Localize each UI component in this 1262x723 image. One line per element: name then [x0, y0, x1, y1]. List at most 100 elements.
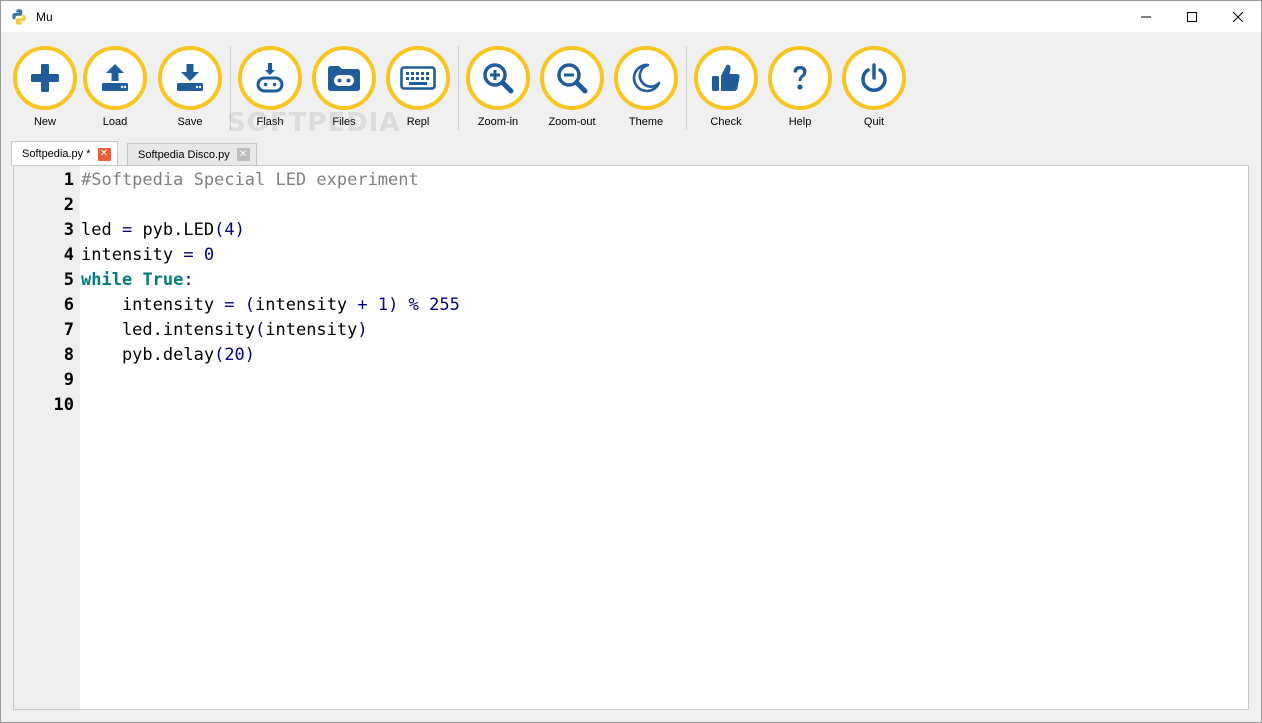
theme-button-label: Theme [628, 116, 664, 128]
code-line[interactable]: intensity = 0 [81, 243, 1248, 268]
code-token: 4 [224, 220, 235, 240]
code-line[interactable]: pyb.delay(20) [81, 343, 1248, 368]
quit-button-label: Quit [863, 116, 885, 128]
toolbar-separator [458, 46, 459, 130]
code-token: #Softpedia Special LED experiment [81, 170, 419, 190]
zoom-in-button-label: Zoom-in [477, 116, 519, 128]
code-token: = [183, 245, 194, 265]
line-number: 3 [63, 220, 74, 240]
line-number: 2 [63, 195, 74, 215]
tab-softpedia-py[interactable]: Softpedia.py * ✕ [11, 141, 118, 166]
load-button-label: Load [102, 116, 128, 128]
status-bar [1, 710, 1261, 722]
line-number: 4 [63, 245, 74, 265]
line-number-gutter: 1 2 3 4 5 6 7 8 9 10 [14, 166, 80, 709]
code-token: while [81, 270, 133, 290]
code-token: ( [244, 295, 256, 315]
mu-window: Mu New Load Save Flash Files Repl Zoom-i… [0, 0, 1262, 723]
code-token: 0 [203, 245, 215, 265]
keyboard-icon [400, 66, 436, 90]
minimize-icon [1141, 16, 1151, 17]
upload-icon [102, 64, 128, 91]
code-token: ) [357, 320, 368, 340]
code-token: ) [244, 345, 256, 365]
moon-icon [632, 63, 661, 93]
python-logo-icon [10, 8, 28, 26]
line-number: 7 [63, 320, 74, 340]
load-button[interactable]: Load [80, 46, 150, 140]
code-line[interactable]: #Softpedia Special LED experiment [81, 168, 1248, 193]
line-number: 6 [63, 295, 74, 315]
code-token: intensity [81, 245, 184, 265]
close-window-button[interactable] [1215, 1, 1261, 32]
code-token: led [81, 220, 122, 240]
code-token: ( [214, 220, 225, 240]
title-bar: Mu [1, 1, 1261, 32]
tab-softpedia-disco-py[interactable]: Softpedia Disco.py ✕ [127, 143, 257, 165]
line-number: 10 [53, 395, 74, 415]
tab-bar: Softpedia.py * ✕ Softpedia Disco.py ✕ [1, 141, 1261, 166]
code-line[interactable] [81, 193, 1248, 218]
save-button-label: Save [177, 116, 203, 128]
code-token: ) [388, 295, 399, 315]
code-token: pyb.delay [81, 345, 215, 365]
code-token: intensity [265, 320, 358, 340]
tab-close-icon[interactable]: ✕ [236, 148, 250, 161]
code-token: intensity [81, 295, 225, 315]
code-editor[interactable]: 1 2 3 4 5 6 7 8 9 10 #Softpedia Special LED exper… [13, 165, 1249, 710]
code-area[interactable]: #Softpedia Special LED experiment led = p… [81, 166, 1248, 418]
code-token: led.intensity [81, 320, 255, 340]
code-line[interactable] [81, 393, 1248, 418]
minimize-button[interactable] [1123, 1, 1169, 32]
question-icon [793, 66, 807, 90]
code-token: = [224, 295, 235, 315]
line-number: 5 [63, 270, 74, 290]
plus-icon [31, 64, 59, 92]
code-token: 20 [224, 345, 245, 365]
save-button[interactable]: Save [155, 46, 225, 140]
tab-label: Softpedia.py * [22, 148, 91, 160]
power-icon [861, 63, 887, 92]
help-button[interactable]: Help [765, 46, 835, 140]
zoom-in-icon [483, 63, 514, 94]
softpedia-watermark: SOFTPEDIA [227, 108, 401, 138]
window-title: Mu [36, 9, 53, 24]
quit-button[interactable]: Quit [839, 46, 909, 140]
thumbs-up-icon [712, 64, 740, 91]
zoom-out-button-label: Zoom-out [548, 116, 596, 128]
code-token: ( [214, 345, 225, 365]
toolbar: New Load Save Flash Files Repl Zoom-in Z… [1, 32, 1261, 139]
code-line[interactable]: led.intensity(intensity) [81, 318, 1248, 343]
microbit-icon [328, 66, 360, 91]
code-line[interactable]: intensity = (intensity + 1) % 255 [81, 293, 1248, 318]
code-token: : [183, 270, 194, 290]
zoom-in-button[interactable]: Zoom-in [463, 46, 533, 140]
download-icon [177, 64, 203, 91]
code-token: 255 [429, 295, 460, 315]
code-token: % [408, 295, 419, 315]
code-line[interactable]: while True: [81, 268, 1248, 293]
flash-device-icon [256, 63, 284, 93]
code-line[interactable] [81, 368, 1248, 393]
new-button[interactable]: New [10, 46, 80, 140]
tab-label: Softpedia Disco.py [138, 148, 230, 161]
close-icon [1233, 11, 1243, 22]
code-line[interactable]: led = pyb.LED(4) [81, 218, 1248, 243]
zoom-out-button[interactable]: Zoom-out [537, 46, 607, 140]
line-number: 1 [63, 170, 74, 190]
tab-close-icon[interactable]: ✕ [97, 147, 111, 161]
line-number: 9 [63, 370, 74, 390]
check-button-label: Check [710, 116, 742, 128]
code-token: 1 [377, 295, 389, 315]
new-button-label: New [33, 116, 56, 128]
theme-button[interactable]: Theme [611, 46, 681, 140]
code-token: pyb.LED [132, 220, 215, 240]
check-button[interactable]: Check [691, 46, 761, 140]
maximize-button[interactable] [1169, 1, 1215, 32]
